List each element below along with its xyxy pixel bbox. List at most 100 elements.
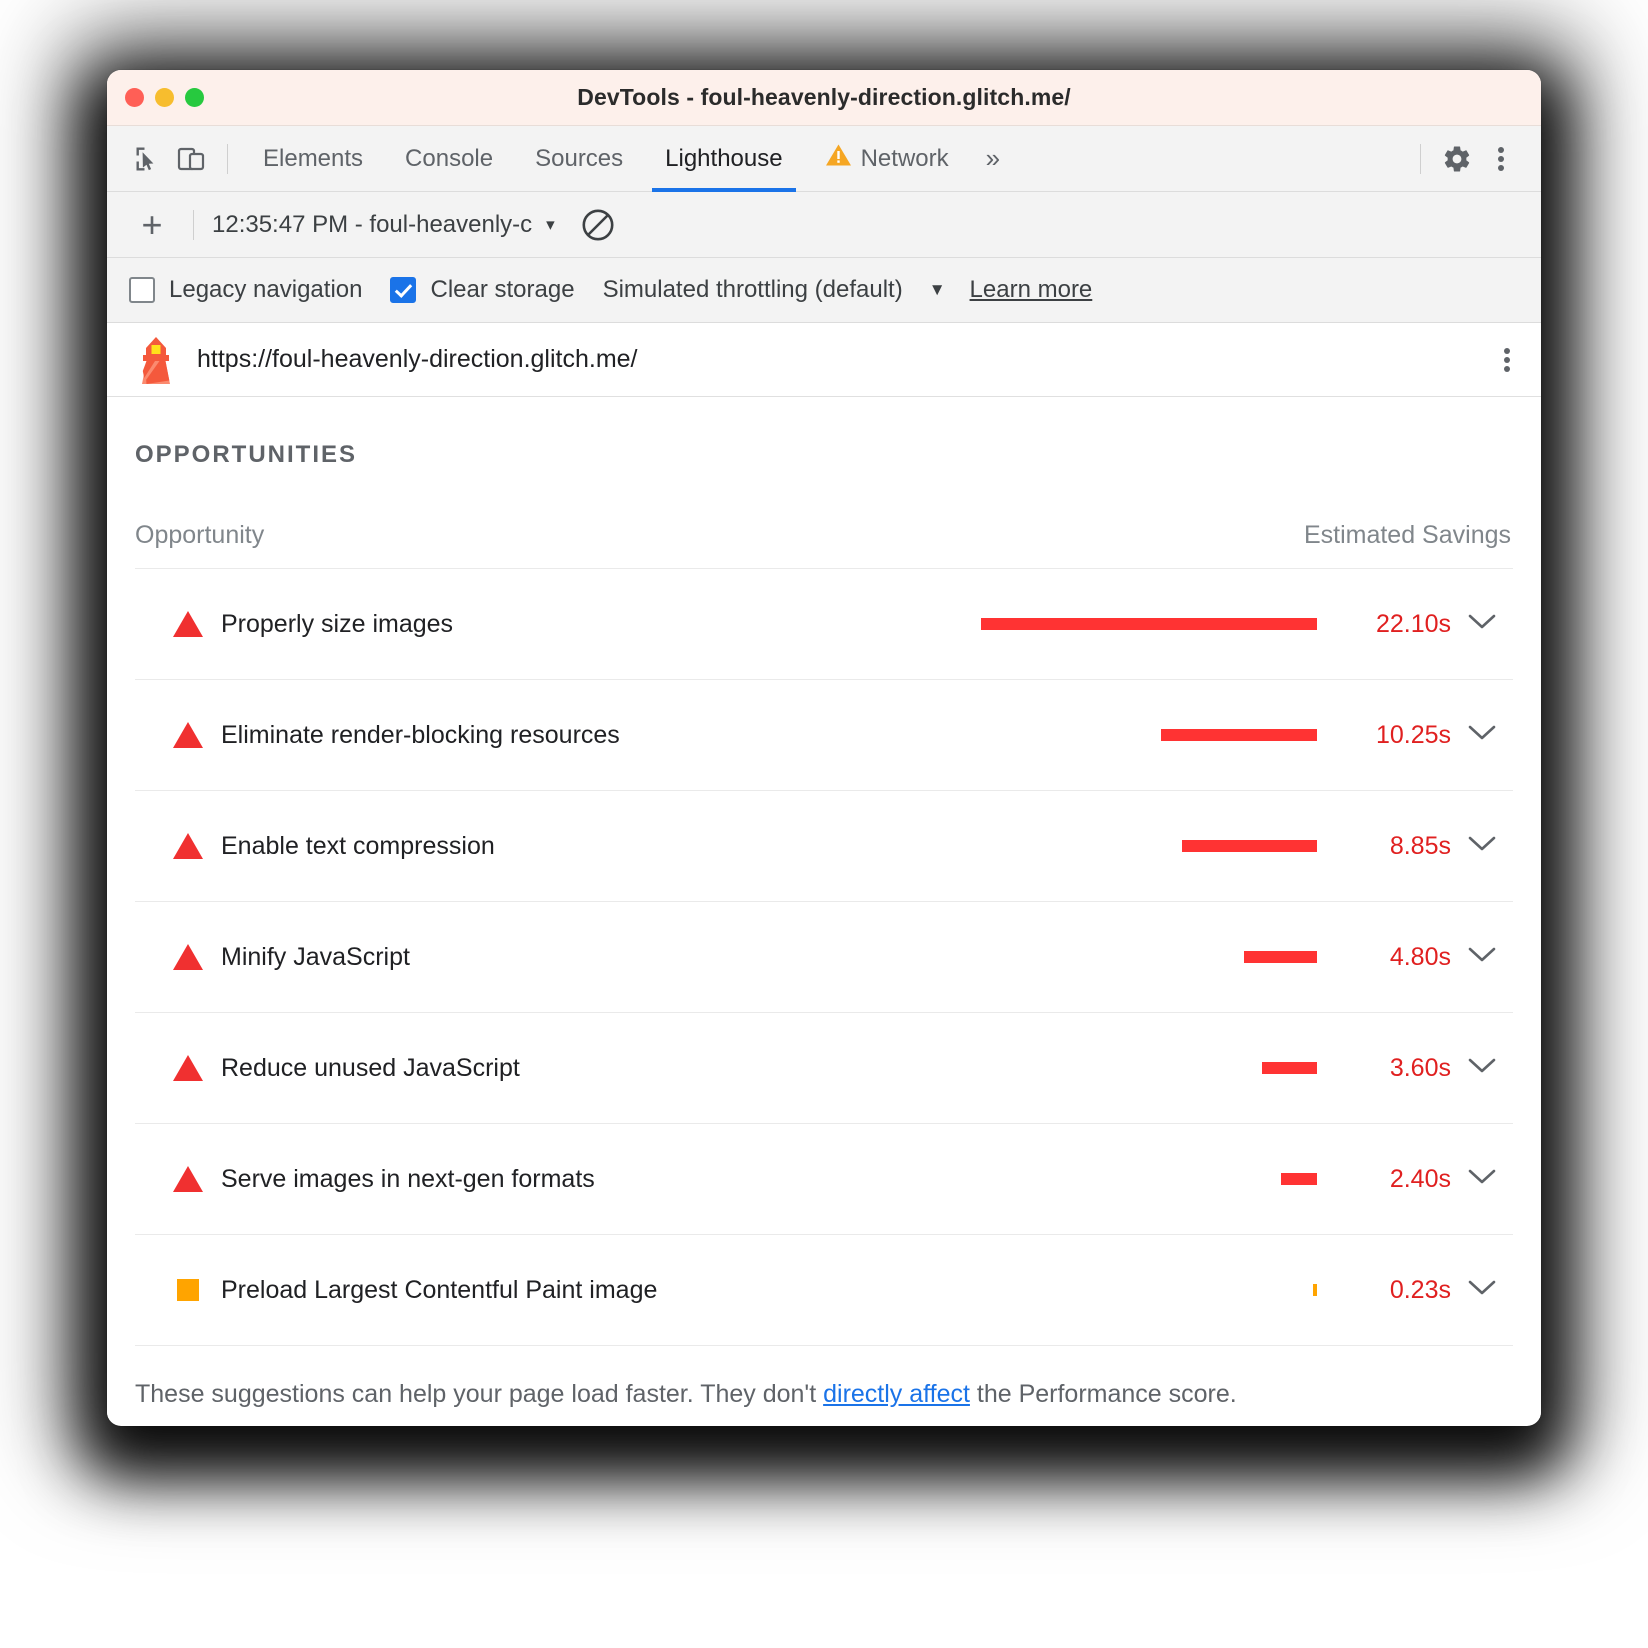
savings-bar-fill bbox=[1244, 951, 1317, 963]
clear-storage-checkbox[interactable]: Clear storage bbox=[390, 276, 574, 304]
report-kebab-menu-icon[interactable] bbox=[1499, 339, 1515, 381]
savings-bar-track bbox=[981, 618, 1317, 630]
savings-bar-track bbox=[981, 1173, 1317, 1185]
window-traffic-lights bbox=[125, 70, 204, 125]
savings-bar-track bbox=[981, 951, 1317, 963]
gear-icon[interactable] bbox=[1435, 137, 1479, 181]
savings-bar-track bbox=[981, 840, 1317, 852]
right-tools-divider bbox=[1420, 144, 1421, 174]
devtools-window: DevTools - foul-heavenly-direction.glitc… bbox=[107, 70, 1541, 1426]
severity-fail-icon bbox=[171, 1055, 205, 1081]
opportunity-name: Properly size images bbox=[221, 610, 981, 639]
tab-lighthouse[interactable]: Lighthouse bbox=[644, 126, 803, 192]
report-selector-dropdown[interactable]: 12:35:47 PM - foul-heavenly-c ▾ bbox=[212, 211, 555, 239]
severity-average-icon bbox=[171, 1279, 205, 1301]
severity-fail-icon bbox=[171, 833, 205, 859]
directly-affect-link[interactable]: directly affect bbox=[823, 1380, 970, 1408]
table-row[interactable]: Enable text compression 8.85s bbox=[135, 790, 1513, 901]
devtools-tabstrip: Elements Console Sources Lighthouse bbox=[107, 126, 1541, 192]
table-row[interactable]: Properly size images 22.10s bbox=[135, 568, 1513, 679]
learn-more-link[interactable]: Learn more bbox=[970, 276, 1093, 304]
report-selector-label: 12:35:47 PM - foul-heavenly-c bbox=[212, 211, 532, 239]
chevron-down-icon[interactable] bbox=[1451, 833, 1513, 859]
inspect-cursor-icon[interactable] bbox=[125, 137, 169, 181]
minimize-window-button[interactable] bbox=[155, 88, 174, 107]
lighthouse-settings-bar: Legacy navigation Clear storage Simulate… bbox=[107, 258, 1541, 323]
tab-sources[interactable]: Sources bbox=[514, 126, 644, 192]
screenshot-root: DevTools - foul-heavenly-direction.glitc… bbox=[0, 0, 1648, 1648]
savings-value: 3.60s bbox=[1343, 1054, 1451, 1083]
window-title: DevTools - foul-heavenly-direction.glitc… bbox=[107, 84, 1541, 111]
maximize-window-button[interactable] bbox=[185, 88, 204, 107]
tab-console[interactable]: Console bbox=[384, 126, 514, 192]
action-bar-divider bbox=[193, 210, 194, 240]
chevron-down-icon[interactable] bbox=[1451, 611, 1513, 637]
opportunity-name: Minify JavaScript bbox=[221, 943, 981, 972]
opportunity-name: Preload Largest Contentful Paint image bbox=[221, 1276, 981, 1305]
tab-elements-label: Elements bbox=[263, 145, 363, 173]
table-row[interactable]: Preload Largest Contentful Paint image 0.… bbox=[135, 1234, 1513, 1346]
savings-bar-track bbox=[981, 729, 1317, 741]
device-toolbar-icon[interactable] bbox=[169, 137, 213, 181]
opportunities-section-title: OPPORTUNITIES bbox=[107, 397, 1541, 469]
tab-console-label: Console bbox=[405, 145, 493, 173]
chevron-down-icon[interactable] bbox=[1451, 944, 1513, 970]
table-row[interactable]: Eliminate render-blocking resources 10.25… bbox=[135, 679, 1513, 790]
severity-fail-icon bbox=[171, 1166, 205, 1192]
opportunity-name: Eliminate render-blocking resources bbox=[221, 721, 981, 750]
toolbar-divider bbox=[227, 144, 228, 174]
savings-value: 2.40s bbox=[1343, 1165, 1451, 1194]
savings-value: 10.25s bbox=[1343, 721, 1451, 750]
severity-fail-icon bbox=[171, 944, 205, 970]
severity-fail-icon bbox=[171, 611, 205, 637]
warning-triangle-icon bbox=[825, 143, 852, 174]
tab-network-label: Network bbox=[861, 145, 949, 173]
tab-elements[interactable]: Elements bbox=[242, 126, 384, 192]
savings-value: 8.85s bbox=[1343, 832, 1451, 861]
devtools-right-tools bbox=[1406, 137, 1523, 181]
throttling-dropdown[interactable]: Simulated throttling (default) ▼ bbox=[603, 276, 946, 304]
tab-network[interactable]: Network bbox=[804, 126, 970, 192]
opportunity-name: Reduce unused JavaScript bbox=[221, 1054, 981, 1083]
lighthouse-action-bar: + 12:35:47 PM - foul-heavenly-c ▾ bbox=[107, 192, 1541, 258]
triangle-red-icon bbox=[173, 722, 203, 748]
table-row[interactable]: Serve images in next-gen formats2.40s bbox=[135, 1123, 1513, 1234]
chevron-down-icon[interactable] bbox=[1451, 1166, 1513, 1192]
savings-bar-fill bbox=[1182, 840, 1317, 852]
tab-sources-label: Sources bbox=[535, 145, 623, 173]
column-header-estimated-savings: Estimated Savings bbox=[1304, 521, 1513, 550]
severity-fail-icon bbox=[171, 722, 205, 748]
savings-value: 0.23s bbox=[1343, 1276, 1451, 1305]
chevron-down-icon[interactable] bbox=[1451, 1277, 1513, 1303]
savings-value: 22.10s bbox=[1343, 610, 1451, 639]
triangle-red-icon bbox=[173, 944, 203, 970]
throttling-label: Simulated throttling (default) bbox=[603, 276, 903, 304]
savings-bar-track bbox=[981, 1284, 1317, 1296]
chevron-down-icon[interactable] bbox=[1451, 722, 1513, 748]
triangle-red-icon bbox=[173, 611, 203, 637]
chevron-down-icon: ▾ bbox=[546, 215, 555, 235]
triangle-red-icon bbox=[173, 1055, 203, 1081]
new-report-button[interactable]: + bbox=[129, 207, 175, 243]
savings-bar-fill bbox=[1281, 1173, 1318, 1185]
footnote-prefix: These suggestions can help your page loa… bbox=[135, 1380, 823, 1408]
no-entry-clear-icon[interactable] bbox=[581, 208, 615, 242]
chevron-down-icon[interactable] bbox=[1451, 1055, 1513, 1081]
legacy-navigation-checkbox[interactable]: Legacy navigation bbox=[129, 276, 362, 304]
table-row[interactable]: Minify JavaScript4.80s bbox=[135, 901, 1513, 1012]
table-row[interactable]: Reduce unused JavaScript 3.60s bbox=[135, 1012, 1513, 1123]
more-tabs-button[interactable]: » bbox=[970, 143, 1016, 174]
report-url: https://foul-heavenly-direction.glitch.m… bbox=[197, 345, 638, 374]
kebab-menu-icon[interactable] bbox=[1479, 137, 1523, 181]
savings-bar-track bbox=[981, 1062, 1317, 1074]
savings-bar-fill bbox=[981, 618, 1317, 630]
footnote-suffix: the Performance score. bbox=[970, 1380, 1237, 1408]
close-window-button[interactable] bbox=[125, 88, 144, 107]
checkbox-box-unchecked-icon bbox=[129, 277, 155, 303]
report-body: OPPORTUNITIES Opportunity Estimated Savi… bbox=[107, 397, 1541, 1418]
opportunity-name: Enable text compression bbox=[221, 832, 981, 861]
window-titlebar: DevTools - foul-heavenly-direction.glitc… bbox=[107, 70, 1541, 126]
lighthouse-icon bbox=[133, 335, 179, 385]
opportunities-row-list: Properly size images 22.10s Eliminate rend… bbox=[135, 568, 1513, 1346]
square-amber-icon bbox=[177, 1279, 199, 1301]
